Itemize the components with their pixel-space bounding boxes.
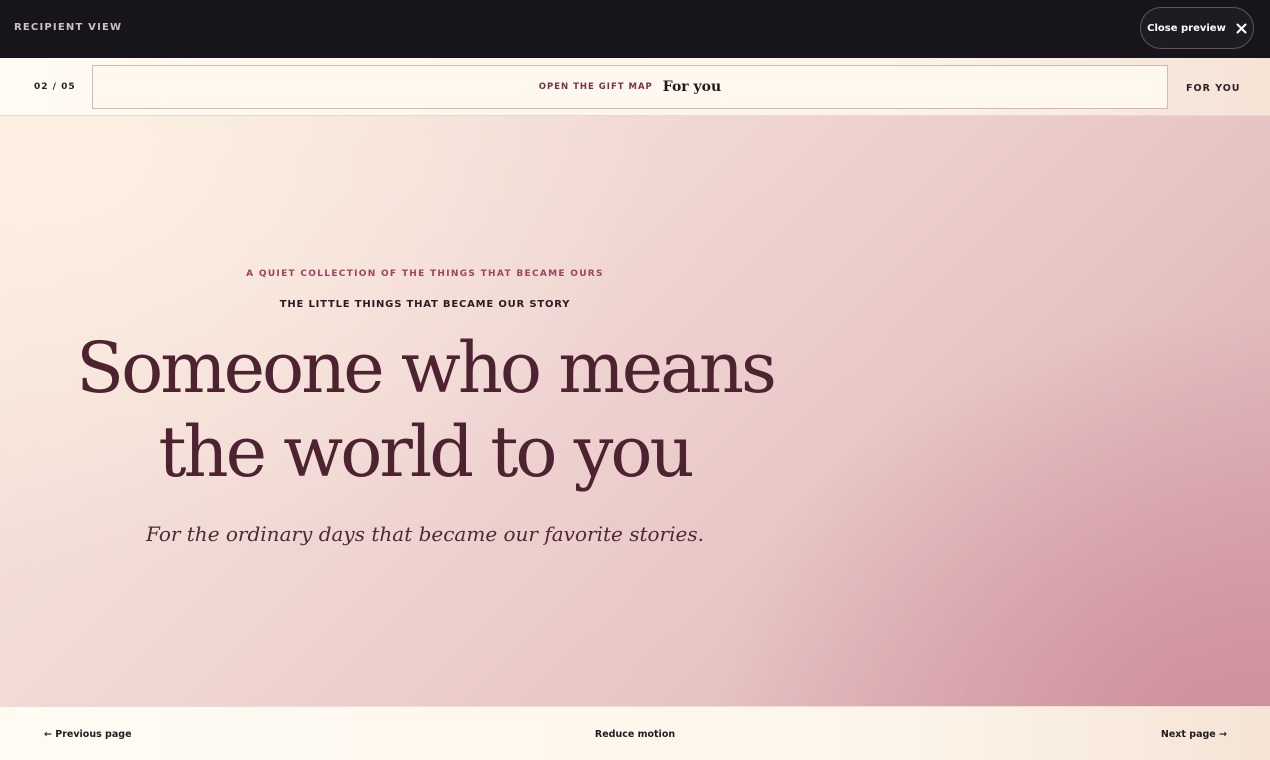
- close-preview-label: Close preview: [1147, 22, 1226, 34]
- hero-section: A QUIET COLLECTION OF THE THINGS THAT BE…: [0, 116, 1270, 706]
- hero-headline: Someone who means the world to you: [0, 326, 850, 494]
- headline-line-1: Someone who means: [76, 327, 777, 409]
- gift-map-current-page: For you: [662, 79, 722, 95]
- close-icon: [1236, 23, 1247, 34]
- headline-line-2: the world to you: [158, 411, 694, 493]
- next-page-button[interactable]: Next page →: [1161, 729, 1227, 741]
- preview-topbar: RECIPIENT VIEW Close preview: [0, 0, 1270, 58]
- page-footer: Reduce motion ← Previous page Next page …: [0, 706, 1270, 760]
- reduce-motion-button[interactable]: Reduce motion: [0, 729, 1270, 741]
- page-nav-strip: 02 / 05 OPEN THE GIFT MAP For you: [0, 58, 1270, 116]
- open-gift-map-button[interactable]: OPEN THE GIFT MAP For you: [92, 65, 1168, 109]
- recipient-view-title: RECIPIENT VIEW: [14, 22, 123, 33]
- gift-map-label: OPEN THE GIFT MAP: [538, 82, 653, 92]
- for-you-link[interactable]: FOR YOU: [1186, 83, 1241, 94]
- close-preview-button[interactable]: Close preview: [1140, 7, 1254, 49]
- hero-eyebrow: THE LITTLE THINGS THAT BECAME OUR STORY: [279, 299, 571, 310]
- hero-kicker: A QUIET COLLECTION OF THE THINGS THAT BE…: [246, 269, 604, 279]
- previous-page-button[interactable]: ← Previous page: [44, 729, 132, 741]
- page-counter: 02 / 05: [34, 82, 76, 92]
- hero-subline: For the ordinary days that became our fa…: [146, 522, 704, 546]
